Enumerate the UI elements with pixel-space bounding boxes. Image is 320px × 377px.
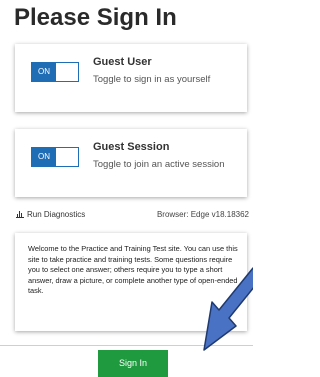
run-diagnostics-link[interactable]: Run Diagnostics bbox=[16, 210, 85, 220]
guest-user-title: Guest User bbox=[93, 56, 152, 68]
welcome-text: Welcome to the Practice and Training Tes… bbox=[28, 244, 238, 296]
page-title: Please Sign In bbox=[14, 4, 177, 31]
browser-info: Browser: Edge v18.18362 bbox=[156, 210, 249, 219]
run-diagnostics-label: Run Diagnostics bbox=[27, 210, 86, 219]
guest-session-toggle-label: ON bbox=[32, 148, 56, 166]
guest-user-card: ON Guest User Toggle to sign in as yours… bbox=[15, 44, 247, 112]
sign-in-button[interactable]: Sign In bbox=[98, 350, 168, 377]
guest-session-title: Guest Session bbox=[93, 141, 170, 153]
footer-divider bbox=[0, 345, 253, 346]
guest-user-description: Toggle to sign in as yourself bbox=[93, 74, 211, 85]
guest-user-toggle[interactable]: ON bbox=[31, 62, 79, 82]
guest-session-card: ON Guest Session Toggle to join an activ… bbox=[15, 129, 247, 197]
diagnostics-row: Run Diagnostics Browser: Edge v18.18362 bbox=[16, 210, 249, 222]
guest-session-description: Toggle to join an active session bbox=[93, 159, 225, 170]
guest-user-toggle-label: ON bbox=[32, 63, 56, 81]
welcome-card: Welcome to the Practice and Training Tes… bbox=[15, 233, 247, 331]
bar-chart-icon bbox=[16, 210, 24, 220]
guest-session-toggle[interactable]: ON bbox=[31, 147, 79, 167]
